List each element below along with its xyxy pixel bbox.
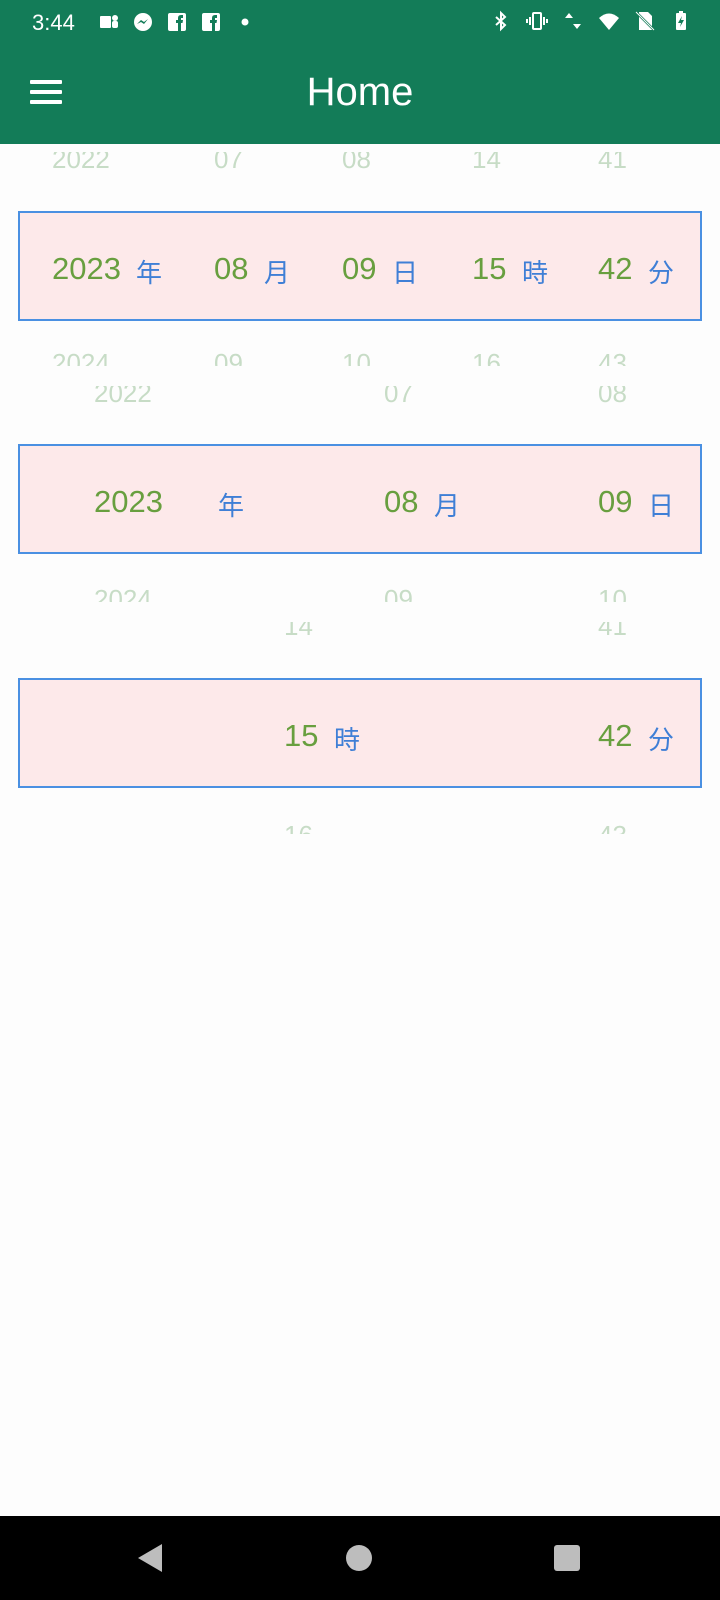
- selected-day[interactable]: 09: [342, 251, 376, 287]
- prev-minute[interactable]: 41: [598, 622, 627, 638]
- prev-hour[interactable]: 14: [472, 152, 501, 176]
- next-year[interactable]: 2024: [94, 586, 152, 602]
- selected-minute[interactable]: 42: [598, 718, 632, 754]
- prev-year[interactable]: 2022: [94, 386, 152, 408]
- messenger-icon: [134, 13, 152, 31]
- selected-row[interactable]: 2023 年 08 月 09 日: [18, 444, 702, 554]
- hour-unit: 時: [334, 725, 361, 755]
- prev-day[interactable]: 08: [342, 152, 371, 176]
- system-icons: [490, 10, 692, 32]
- main-content: 2022 07 08 14 41 2023 年 08 月 09 日 15 時 4…: [0, 144, 720, 1516]
- prev-month[interactable]: 07: [384, 386, 413, 408]
- month-unit: 月: [264, 258, 291, 288]
- prev-month[interactable]: 07: [214, 152, 243, 176]
- system-nav-bar: [0, 1516, 720, 1600]
- selected-hour[interactable]: 15: [284, 718, 318, 754]
- year-unit: 年: [136, 258, 163, 288]
- status-time: 3:44: [32, 10, 75, 35]
- hour-unit: 時: [522, 258, 549, 288]
- selected-row[interactable]: 15 時 42 分: [18, 678, 702, 788]
- next-day[interactable]: 10: [598, 586, 627, 602]
- next-hour[interactable]: 16: [472, 350, 501, 366]
- recents-icon[interactable]: [554, 1545, 580, 1571]
- minute-unit: 分: [648, 258, 675, 288]
- next-month[interactable]: 09: [214, 350, 243, 366]
- year-unit: 年: [218, 491, 245, 521]
- notification-icons: [98, 11, 256, 33]
- selected-month[interactable]: 08: [384, 484, 418, 520]
- bluetooth-icon: [495, 10, 507, 32]
- back-icon[interactable]: [138, 1544, 162, 1572]
- prev-minute[interactable]: 41: [598, 152, 627, 176]
- status-bar: 3:44: [0, 0, 720, 48]
- prev-day[interactable]: 08: [598, 386, 627, 408]
- next-hour[interactable]: 16: [284, 822, 313, 834]
- next-minute[interactable]: 43: [598, 350, 627, 366]
- home-icon[interactable]: [346, 1545, 372, 1571]
- day-unit: 日: [392, 258, 419, 288]
- battery-icon: [676, 11, 686, 30]
- next-year[interactable]: 2024: [52, 350, 110, 366]
- facebook-icon: [202, 13, 220, 31]
- facebook-icon: [168, 13, 186, 31]
- selected-year[interactable]: 2023: [94, 484, 163, 520]
- no-sim-icon: [635, 11, 655, 31]
- prev-year[interactable]: 2022: [52, 152, 110, 176]
- teams-icon: [100, 15, 118, 28]
- app-bar: Home: [0, 48, 720, 144]
- minute-unit: 分: [648, 725, 675, 755]
- page-title: Home: [306, 70, 414, 114]
- next-month[interactable]: 09: [384, 586, 413, 602]
- next-day[interactable]: 10: [342, 350, 371, 366]
- selected-row[interactable]: 2023 年 08 月 09 日 15 時 42 分: [18, 211, 702, 321]
- wifi-icon: [599, 13, 619, 30]
- dot-icon: [241, 18, 249, 26]
- vibrate-icon: [526, 12, 548, 30]
- selected-month[interactable]: 08: [214, 251, 248, 287]
- next-minute[interactable]: 43: [598, 822, 627, 834]
- month-unit: 月: [434, 491, 461, 521]
- day-unit: 日: [648, 491, 675, 521]
- selected-minute[interactable]: 42: [598, 251, 632, 287]
- data-arrows-icon: [565, 13, 581, 29]
- selected-day[interactable]: 09: [598, 484, 632, 520]
- selected-year[interactable]: 2023: [52, 251, 121, 287]
- prev-hour[interactable]: 14: [284, 622, 313, 638]
- selected-hour[interactable]: 15: [472, 251, 506, 287]
